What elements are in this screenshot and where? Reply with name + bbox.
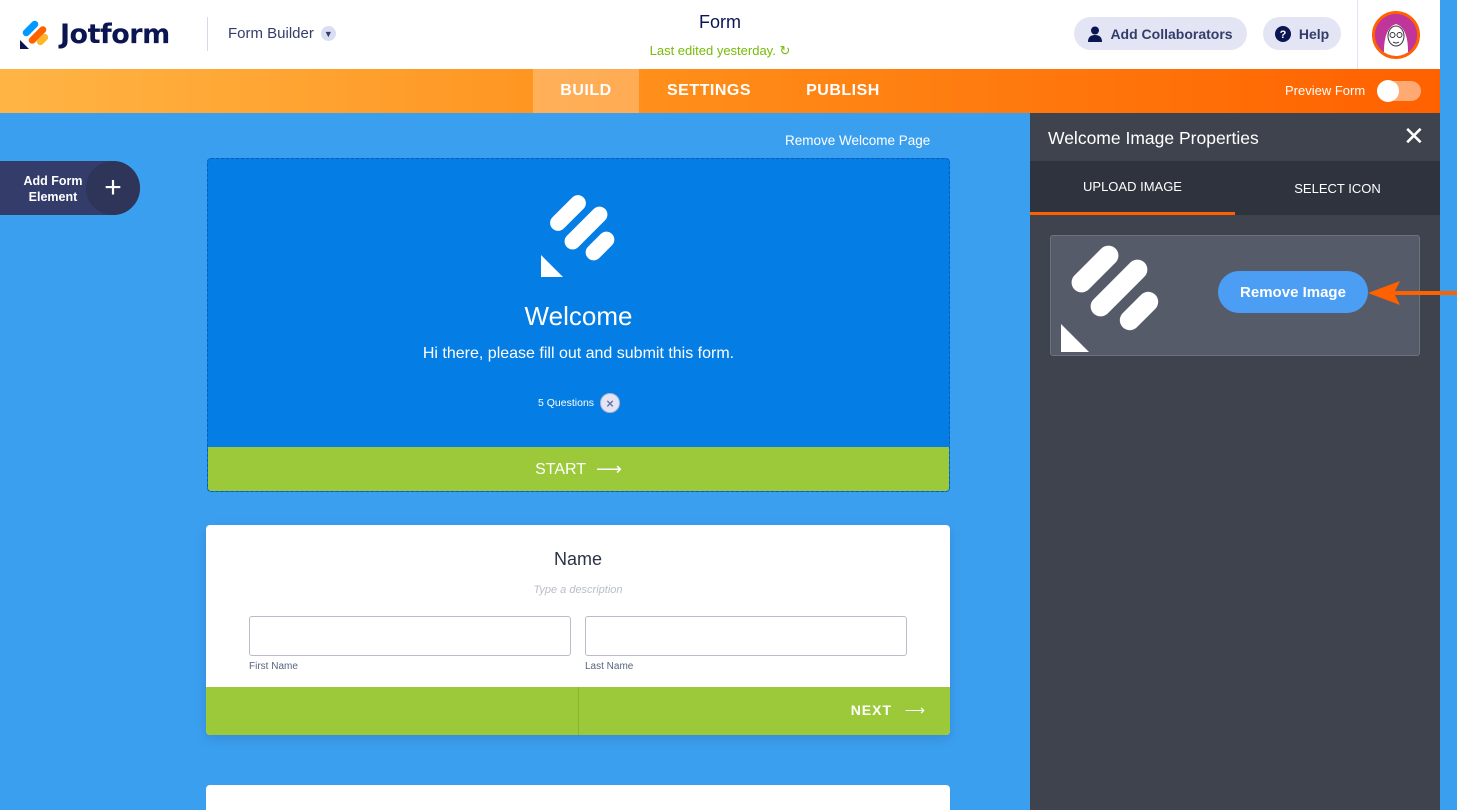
image-preview-box: Remove Image (1050, 235, 1420, 356)
next-button[interactable]: NEXT ⟶ (851, 702, 926, 719)
plus-icon: + (86, 161, 140, 215)
tab-settings[interactable]: SETTINGS (650, 69, 768, 113)
first-name-input[interactable] (249, 616, 571, 656)
panel-header: Welcome Image Properties ✕ (1030, 113, 1440, 161)
tab-upload-image[interactable]: UPLOAD IMAGE (1030, 161, 1235, 215)
close-icon[interactable]: × (600, 393, 621, 413)
last-name-input[interactable] (585, 616, 907, 656)
help-button[interactable]: ? Help (1263, 17, 1341, 50)
panel-title: Welcome Image Properties (1048, 128, 1259, 148)
tab-publish[interactable]: PUBLISH (790, 69, 896, 113)
add-form-element-button[interactable]: Add Form Element + (0, 161, 140, 215)
top-header: Jotform Form Builder ▼ Form Last edited … (0, 0, 1440, 69)
question-icon: ? (1274, 25, 1291, 42)
next-question-card[interactable] (206, 785, 950, 810)
question-count-text: 5 Questions (538, 397, 595, 409)
last-edited-text: Last edited yesterday. (649, 43, 776, 58)
arrow-right-icon: ⟶ (904, 702, 926, 718)
preview-form-toggle[interactable] (1377, 80, 1421, 102)
preview-form-label: Preview Form (1285, 83, 1366, 98)
user-avatar[interactable] (1372, 11, 1420, 59)
welcome-image[interactable] (540, 193, 620, 288)
toggle-knob (1377, 80, 1399, 102)
builder-tabs-bar: BUILD SETTINGS PUBLISH Preview Form (0, 69, 1440, 113)
properties-panel: Welcome Image Properties ✕ UPLOAD IMAGE … (1030, 113, 1440, 810)
welcome-page-card[interactable]: Welcome Hi there, please fill out and su… (207, 158, 950, 492)
user-icon (1088, 26, 1103, 42)
add-collaborators-label: Add Collaborators (1110, 25, 1233, 42)
next-label: NEXT (850, 702, 893, 718)
tab-build[interactable]: BUILD (533, 69, 639, 113)
remove-image-button[interactable]: Remove Image (1218, 271, 1368, 313)
name-question-card[interactable]: Name Type a description First Name Last … (206, 525, 950, 735)
add-collaborators-button[interactable]: Add Collaborators (1074, 17, 1247, 50)
question-title[interactable]: Name (206, 549, 950, 570)
help-label: Help (1298, 25, 1330, 42)
remove-welcome-page-link[interactable]: Remove Welcome Page (785, 133, 930, 148)
avatar-divider (1357, 0, 1358, 69)
refresh-icon: ↻ (779, 43, 791, 58)
welcome-description[interactable]: Hi there, please fill out and submit thi… (208, 345, 949, 363)
panel-tabs: UPLOAD IMAGE SELECT ICON (1030, 161, 1440, 215)
svg-text:?: ? (1279, 29, 1286, 41)
first-name-sublabel: First Name (249, 661, 298, 672)
annotation-arrow-icon (1366, 280, 1457, 313)
question-description[interactable]: Type a description (206, 584, 950, 596)
welcome-title[interactable]: Welcome (208, 301, 949, 332)
start-label: START (535, 460, 587, 478)
close-icon[interactable]: ✕ (1403, 123, 1425, 149)
start-button[interactable]: START ⟶ (208, 447, 949, 491)
question-count: 5 Questions × (538, 393, 621, 413)
tab-select-icon[interactable]: SELECT ICON (1235, 161, 1440, 215)
add-form-element-label: Add Form Element (23, 174, 83, 204)
footer-divider (578, 687, 579, 735)
arrow-right-icon: ⟶ (596, 459, 622, 479)
last-name-sublabel: Last Name (585, 661, 634, 672)
card-footer: NEXT ⟶ (206, 687, 950, 735)
image-thumbnail (1059, 240, 1169, 357)
